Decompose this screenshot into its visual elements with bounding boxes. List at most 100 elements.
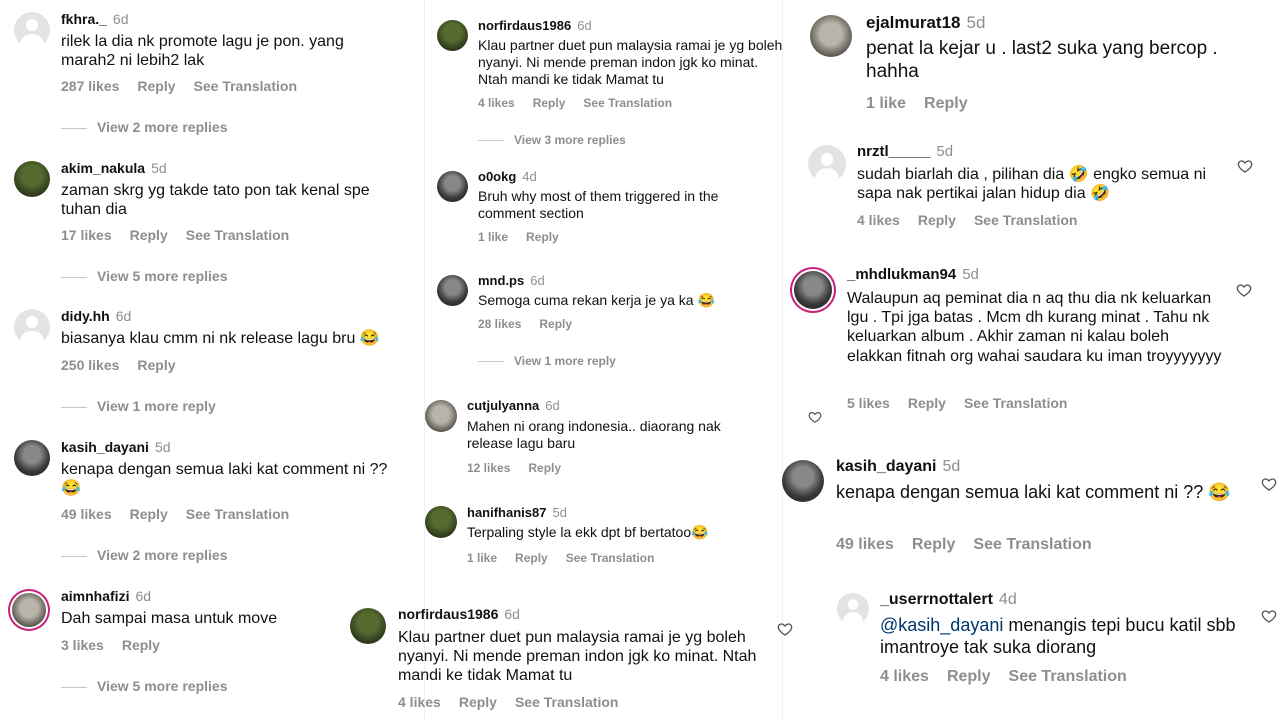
likes-count[interactable]: 287 likes	[61, 78, 119, 94]
avatar[interactable]	[14, 12, 50, 48]
comment-meta: 1 like Reply See Translation	[467, 551, 672, 565]
avatar[interactable]	[794, 271, 832, 309]
likes-count[interactable]: 250 likes	[61, 357, 119, 373]
comment-meta: 4 likes Reply See Translation	[857, 212, 1095, 228]
avatar[interactable]	[782, 460, 824, 502]
avatar[interactable]	[837, 593, 869, 625]
comment-username[interactable]: _userrnottalert 4d	[880, 591, 1017, 609]
likes-count[interactable]: 4 likes	[398, 694, 441, 710]
heart-icon[interactable]	[808, 410, 822, 424]
comment-time: 4d	[522, 169, 537, 184]
see-translation-button[interactable]: See Translation	[566, 551, 655, 565]
reply-button[interactable]: Reply	[528, 461, 561, 475]
likes-count[interactable]: 1 like	[478, 230, 508, 244]
see-translation-button[interactable]: See Translation	[973, 536, 1091, 553]
heart-icon[interactable]	[777, 621, 793, 637]
heart-icon[interactable]	[1237, 158, 1253, 174]
reply-button[interactable]: Reply	[533, 96, 566, 110]
comment-username[interactable]: mnd.ps 6d	[478, 273, 545, 288]
avatar[interactable]	[437, 20, 468, 51]
reply-button[interactable]: Reply	[130, 506, 168, 522]
heart-icon[interactable]	[1261, 608, 1277, 624]
see-translation-button[interactable]: See Translation	[1009, 668, 1127, 685]
comment-username[interactable]: nrztl_____ 5d	[857, 143, 953, 160]
comment-username[interactable]: kasih_dayani 5d	[836, 458, 960, 476]
avatar[interactable]	[437, 275, 468, 306]
reply-button[interactable]: Reply	[130, 227, 168, 243]
heart-icon[interactable]	[1236, 282, 1252, 298]
reply-button[interactable]: Reply	[137, 78, 175, 94]
view-more-replies[interactable]: View 5 more replies	[61, 268, 227, 284]
comment-meta: 49 likes Reply See Translation	[61, 506, 307, 522]
avatar[interactable]	[425, 506, 457, 538]
comment-text: biasanya klau cmm ni nk release lagu bru…	[61, 330, 380, 347]
see-translation-button[interactable]: See Translation	[186, 227, 289, 243]
avatar[interactable]	[437, 171, 468, 202]
view-more-replies[interactable]: View 1 more reply	[478, 354, 616, 368]
comment-username[interactable]: didy.hh 6d	[61, 308, 131, 324]
likes-count[interactable]: 1 like	[866, 95, 906, 112]
comment-text: rilek la dia nk promote lagu je pon. yan…	[61, 33, 344, 70]
comment-username[interactable]: aimnhafizi 6d	[61, 588, 151, 604]
comment-username[interactable]: ejalmurat18 5d	[866, 13, 985, 33]
reply-button[interactable]: Reply	[122, 637, 160, 653]
comment-username[interactable]: norfirdaus1986 6d	[478, 18, 592, 33]
see-translation-button[interactable]: See Translation	[964, 395, 1067, 411]
reply-button[interactable]: Reply	[459, 694, 497, 710]
likes-count[interactable]: 4 likes	[478, 96, 515, 110]
likes-count[interactable]: 49 likes	[61, 506, 112, 522]
see-translation-button[interactable]: See Translation	[583, 96, 672, 110]
comment-text: kenapa dengan semua laki kat comment ni …	[836, 482, 1231, 502]
avatar[interactable]	[350, 608, 386, 644]
reply-button[interactable]: Reply	[912, 536, 956, 553]
avatar[interactable]	[12, 593, 46, 627]
likes-count[interactable]: 4 likes	[857, 212, 900, 228]
comment-username[interactable]: o0okg 4d	[478, 169, 537, 184]
likes-count[interactable]: 49 likes	[836, 536, 894, 553]
view-more-replies[interactable]: View 5 more replies	[61, 678, 227, 694]
see-translation-button[interactable]: See Translation	[194, 78, 297, 94]
reply-button[interactable]: Reply	[137, 357, 175, 373]
comment-username[interactable]: hanifhanis87 5d	[467, 505, 567, 520]
comment-meta: 12 likes Reply	[467, 461, 579, 475]
reply-button[interactable]: Reply	[515, 551, 548, 565]
mention-link[interactable]: @kasih_dayani	[880, 615, 1003, 635]
likes-count[interactable]: 17 likes	[61, 227, 112, 243]
likes-count[interactable]: 1 like	[467, 551, 497, 565]
reply-button[interactable]: Reply	[924, 95, 968, 112]
reply-button[interactable]: Reply	[908, 395, 946, 411]
likes-count[interactable]: 4 likes	[880, 668, 929, 685]
see-translation-button[interactable]: See Translation	[186, 506, 289, 522]
comment-username[interactable]: kasih_dayani 5d	[61, 439, 171, 455]
reply-button[interactable]: Reply	[539, 317, 572, 331]
view-more-replies[interactable]: View 2 more replies	[61, 547, 227, 563]
comment-username[interactable]: fkhra._ 6d	[61, 11, 129, 27]
view-more-replies[interactable]: View 2 more replies	[61, 119, 227, 135]
likes-count[interactable]: 12 likes	[467, 461, 510, 475]
likes-count[interactable]: 3 likes	[61, 637, 104, 653]
comment-time: 5d	[962, 266, 979, 283]
avatar[interactable]	[14, 440, 50, 476]
reply-button[interactable]: Reply	[526, 230, 559, 244]
see-translation-button[interactable]: See Translation	[515, 694, 618, 710]
comment-username[interactable]: cutjulyanna 6d	[467, 398, 560, 413]
see-translation-button[interactable]: See Translation	[974, 212, 1077, 228]
comment-username[interactable]: norfirdaus1986 6d	[398, 606, 520, 622]
comment-username[interactable]: akim_nakula 5d	[61, 160, 167, 176]
avatar[interactable]	[14, 161, 50, 197]
avatar[interactable]	[14, 309, 50, 345]
likes-count[interactable]: 28 likes	[478, 317, 521, 331]
view-more-replies[interactable]: View 3 more replies	[478, 133, 626, 147]
avatar[interactable]	[808, 145, 846, 183]
comment-time: 6d	[577, 18, 592, 33]
avatar[interactable]	[425, 400, 457, 432]
avatar[interactable]	[810, 15, 852, 57]
likes-count[interactable]: 5 likes	[847, 395, 890, 411]
comment-meta: 1 like Reply	[478, 230, 577, 244]
reply-button[interactable]: Reply	[947, 668, 991, 685]
view-more-replies[interactable]: View 1 more reply	[61, 398, 216, 414]
heart-icon[interactable]	[1261, 476, 1277, 492]
comment-meta: 1 like Reply	[866, 95, 986, 113]
reply-button[interactable]: Reply	[918, 212, 956, 228]
comment-username[interactable]: _mhdlukman94 5d	[847, 266, 979, 283]
